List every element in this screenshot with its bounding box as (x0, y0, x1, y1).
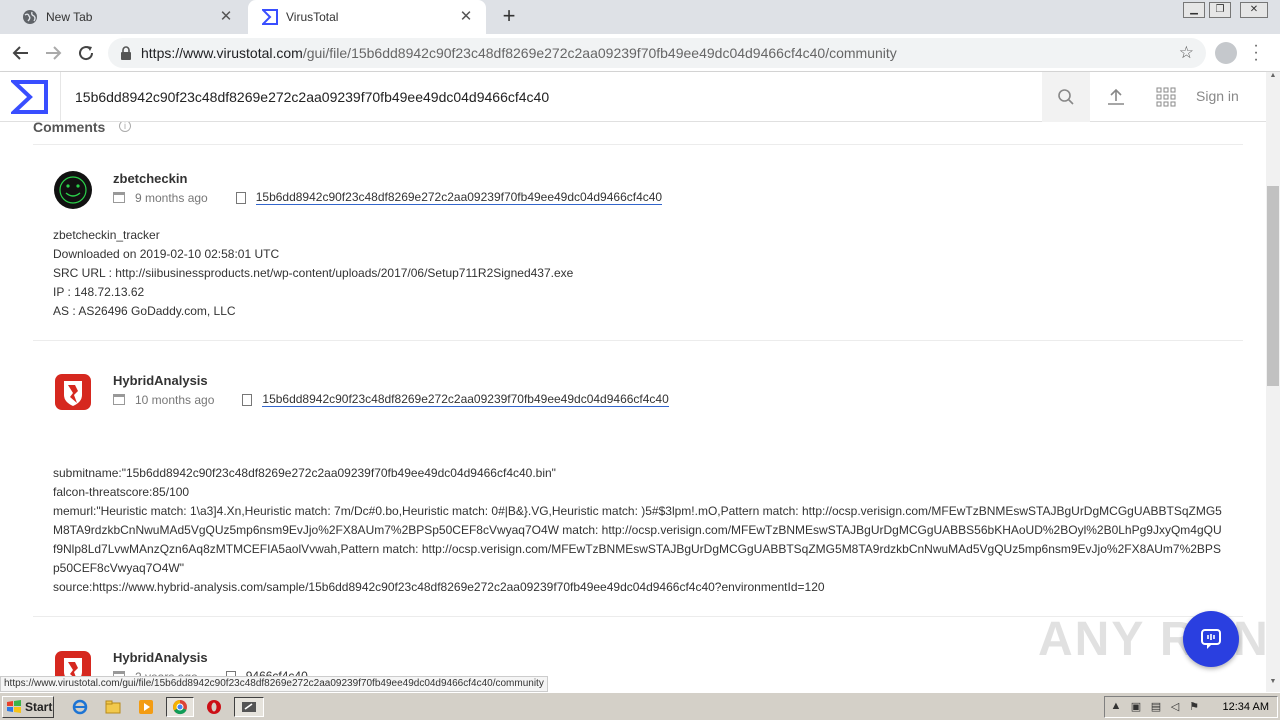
opera-taskbar-icon[interactable] (202, 697, 226, 717)
avatar (54, 373, 92, 411)
info-icon[interactable]: i (119, 122, 131, 132)
grid-icon (1156, 87, 1176, 107)
comment-author[interactable]: HybridAnalysis (113, 650, 208, 665)
file-hash-link[interactable]: 15b6dd8942c90f23c48df8269e272c2aa09239f7… (262, 392, 669, 407)
chrome-taskbar-icon[interactable] (166, 697, 194, 717)
windows-logo-icon (7, 700, 21, 713)
apps-grid-button[interactable] (1155, 86, 1177, 108)
comments-section: Comments i zbetcheckin 9 months ago 15b6… (0, 122, 1266, 678)
start-button[interactable]: Start (2, 696, 54, 718)
arrow-right-icon (46, 46, 62, 60)
clock: 12:34 AM (1222, 701, 1269, 713)
tab-new-tab[interactable]: New Tab ✕ (8, 0, 246, 34)
system-tray: ▲ ▣ ▤ ◁ ⚑ 12:34 AM (1104, 696, 1278, 718)
flag-icon[interactable]: ⚑ (1187, 700, 1201, 714)
search-icon (1058, 89, 1074, 105)
comment-item: HybridAnalysis 10 months ago 15b6dd8942c… (53, 372, 1233, 612)
close-icon[interactable]: ✕ (218, 9, 234, 25)
virustotal-header: 15b6dd8942c90f23c48df8269e272c2aa09239f7… (0, 72, 1266, 122)
status-bar-url: https://www.virustotal.com/gui/file/15b6… (0, 676, 548, 692)
comment-text-line: Downloaded on 2019-02-10 02:58:01 UTC (53, 247, 280, 261)
comment-age: 9 months ago (135, 190, 208, 205)
media-player-taskbar-icon[interactable] (134, 697, 158, 717)
scrollbar-thumb[interactable] (1267, 186, 1279, 386)
lock-icon (121, 46, 131, 60)
comment-text-line: source:https://www.hybrid-analysis.com/s… (53, 580, 825, 594)
comment-text-line: submitname:"15b6dd8942c90f23c48df8269e27… (53, 466, 556, 480)
comment-age: 10 months ago (135, 392, 215, 407)
calendar-icon (113, 192, 125, 203)
scroll-up-arrow-icon[interactable]: ▲ (1266, 72, 1280, 84)
divider (33, 144, 1243, 145)
upload-icon (1108, 88, 1124, 105)
network-icon[interactable]: ▣ (1129, 700, 1143, 714)
comment-text-line: falcon-threatscore:85/100 (53, 485, 190, 499)
tray-expand-icon[interactable]: ▲ (1109, 700, 1123, 714)
hybrid-analysis-logo-icon (55, 651, 91, 678)
minimize-button[interactable]: ▁ (1183, 2, 1205, 18)
new-tab-button[interactable]: + (498, 5, 520, 28)
profile-avatar-icon[interactable] (1215, 42, 1237, 64)
monitor-icon[interactable]: ▤ (1149, 700, 1163, 714)
arrow-left-icon (12, 46, 28, 60)
upload-button[interactable] (1105, 86, 1127, 108)
address-bar[interactable]: https://www.virustotal.com/gui/file/15b6… (108, 38, 1206, 68)
comment-memurl: memurl:"Heuristic match: 1\a3]4.Xn,Heuri… (53, 504, 1222, 575)
file-icon (242, 393, 253, 406)
comment-text-line: zbetcheckin_tracker (53, 228, 160, 242)
back-button[interactable] (10, 42, 32, 64)
comment-meta: 9 months ago 15b6dd8942c90f23c48df8269e2… (113, 190, 663, 205)
tab-virustotal[interactable]: VirusTotal ✕ (248, 0, 486, 34)
bookmark-star-icon[interactable]: ☆ (1179, 43, 1194, 63)
app-taskbar-icon[interactable] (234, 697, 264, 717)
calendar-icon (113, 394, 125, 405)
restore-button[interactable]: ❐ (1209, 2, 1231, 18)
url-text: https://www.virustotal.com/gui/file/15b6… (141, 45, 897, 61)
globe-icon (22, 9, 38, 25)
comment-author[interactable]: HybridAnalysis (113, 373, 208, 388)
explorer-taskbar-icon[interactable] (101, 697, 125, 717)
sign-in-link[interactable]: Sign in (1196, 88, 1239, 104)
divider (33, 340, 1243, 341)
avatar (54, 650, 92, 678)
file-icon (235, 191, 246, 204)
virustotal-favicon-icon (262, 9, 278, 25)
close-icon[interactable]: ✕ (458, 9, 474, 25)
comment-meta: 10 months ago 15b6dd8942c90f23c48df8269e… (113, 392, 669, 407)
hybrid-analysis-logo-icon (55, 374, 91, 410)
file-hash-link[interactable]: 15b6dd8942c90f23c48df8269e272c2aa09239f7… (255, 190, 663, 205)
windows-taskbar: Start ▲ ▣ ▤ ◁ ⚑ 12:34 AM (0, 692, 1280, 720)
scroll-down-arrow-icon[interactable]: ▼ (1266, 678, 1280, 690)
comment-text-line: IP : 148.72.13.62 (53, 285, 145, 299)
chat-fab-button[interactable] (1183, 611, 1239, 667)
tab-strip: New Tab ✕ VirusTotal ✕ + ▁ ❐ ✕ (0, 0, 1280, 34)
smiley-avatar-icon (54, 171, 92, 209)
url-path: /gui/file/15b6dd8942c90f23c48df8269e272c… (302, 45, 897, 61)
reload-icon (79, 46, 94, 61)
start-label: Start (25, 700, 53, 714)
tab-title: VirusTotal (286, 10, 339, 24)
tab-title: New Tab (46, 10, 93, 24)
browser-menu-icon[interactable]: · · · (1250, 38, 1262, 68)
virustotal-logo-icon[interactable] (8, 79, 49, 118)
reload-button[interactable] (75, 42, 97, 64)
search-button[interactable] (1042, 72, 1090, 122)
comment-author[interactable]: zbetcheckin (113, 171, 187, 186)
avatar (53, 170, 93, 210)
browser-toolbar: https://www.virustotal.com/gui/file/15b6… (0, 34, 1280, 72)
volume-icon[interactable]: ◁ (1168, 700, 1182, 714)
ie-taskbar-icon[interactable] (68, 697, 92, 717)
search-input[interactable]: 15b6dd8942c90f23c48df8269e272c2aa09239f7… (60, 72, 1042, 122)
comment-text-line: AS : AS26496 GoDaddy.com, LLC (53, 304, 236, 318)
comment-item: zbetcheckin 9 months ago 15b6dd8942c90f2… (53, 170, 1233, 340)
close-window-button[interactable]: ✕ (1240, 2, 1268, 18)
forward-button[interactable] (42, 42, 64, 64)
chat-icon (1201, 629, 1221, 649)
comment-text-line: SRC URL : http://siibusinessproducts.net… (53, 266, 574, 280)
section-title: Comments (33, 122, 106, 135)
url-host: https://www.virustotal.com (141, 45, 303, 61)
